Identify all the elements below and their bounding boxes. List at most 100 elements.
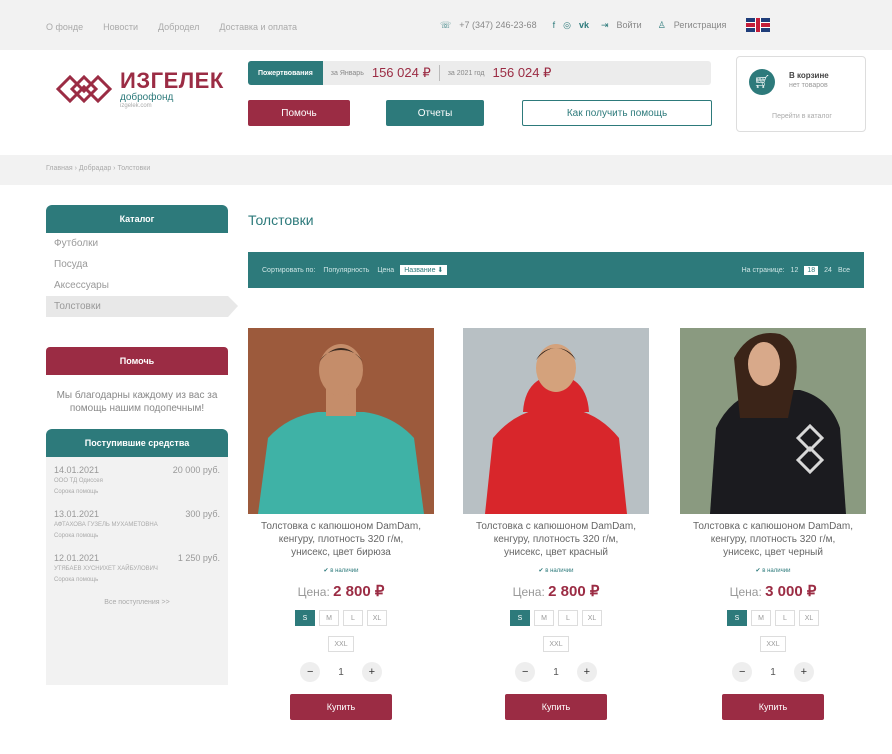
instagram-icon[interactable]: ◎ (563, 20, 571, 31)
donations-year-label: за 2021 год (447, 69, 485, 77)
increase-button[interactable]: + (793, 662, 814, 682)
size-option[interactable]: XL (582, 610, 602, 626)
top-nav-news[interactable]: Новости (103, 22, 138, 32)
fund-date: 13.01.2021 (54, 509, 100, 519)
size-option[interactable]: L (558, 610, 578, 626)
product-name[interactable]: Толстовка с капюшоном DamDam, кенгуру, п… (463, 520, 649, 559)
category-dishes[interactable]: Посуда (46, 254, 228, 275)
size-option[interactable]: L (775, 610, 795, 626)
product-photo[interactable] (248, 328, 434, 514)
logo-subtitle: доброфонд (120, 91, 174, 103)
increase-button[interactable]: + (576, 662, 597, 682)
size-option-selected[interactable]: S (727, 610, 747, 626)
size-option[interactable]: XXL (328, 636, 354, 652)
logo[interactable]: ИЗГЕЛЕК доброфонд izgelek.com (54, 68, 224, 110)
fund-donor: УТЯБАЕВ ХУСНИХЕТ ХАЙБУЛОВИЧ (54, 566, 158, 572)
product-card: Толстовка с капюшоном DamDam, кенгуру, п… (680, 328, 866, 720)
model-image (680, 328, 866, 514)
size-option[interactable]: XL (799, 610, 819, 626)
decrease-button[interactable]: − (732, 662, 753, 682)
category-hoodies[interactable]: Толстовки (46, 296, 238, 317)
size-option[interactable]: XL (367, 610, 387, 626)
register-link[interactable]: Регистрация (674, 20, 727, 30)
decrease-button[interactable]: − (300, 662, 321, 682)
vk-icon[interactable]: vk (579, 20, 589, 30)
donations-month-label: за Январь (330, 69, 364, 77)
quantity-stepper: − 1 + (463, 662, 649, 682)
how-to-get-help-button[interactable]: Как получить помощь (522, 100, 712, 126)
donations-month-amount: 156 024 ₽ (371, 65, 431, 80)
quantity-stepper: − 1 + (680, 662, 866, 682)
sort-name[interactable]: Название ⬇ (400, 265, 448, 275)
per-page: На странице: 12 18 24 Все (742, 265, 850, 275)
go-to-catalog-link[interactable]: Перейти в каталог (737, 113, 867, 120)
size-option-selected[interactable]: S (510, 610, 530, 626)
increase-button[interactable]: + (361, 662, 382, 682)
login-link[interactable]: Войти (617, 20, 642, 30)
sort-label: Сортировать по: (262, 266, 316, 274)
quantity-value[interactable]: 1 (770, 667, 776, 678)
category-tshirts[interactable]: Футболки (46, 233, 228, 254)
help-title: Помочь (46, 347, 228, 375)
fund-donor: АФТАХОВА ГУЗЕЛЬ МУХАМЕТОВНА (54, 522, 158, 528)
fund-entry: 14.01.2021 20 000 руб. ООО ТД Одиссея Сор… (54, 465, 220, 497)
product-photo[interactable] (463, 328, 649, 514)
fund-amount: 20 000 руб. (172, 465, 220, 475)
sort-price[interactable]: Цена (377, 267, 394, 274)
top-nav-delivery[interactable]: Доставка и оплата (219, 22, 297, 32)
sort-popularity[interactable]: Популярность (323, 267, 369, 274)
buy-button[interactable]: Купить (722, 694, 824, 720)
size-selector: S M L XL XXL (286, 610, 396, 652)
fund-donor: ООО ТД Одиссея (54, 478, 103, 484)
size-option-selected[interactable]: S (295, 610, 315, 626)
phone-icon: ☏ (440, 19, 452, 30)
facebook-icon[interactable]: f (553, 20, 556, 30)
price-label: Цена: (297, 585, 330, 599)
top-nav-about[interactable]: О фонде (46, 22, 83, 32)
model-image (248, 328, 434, 514)
quantity-value[interactable]: 1 (338, 667, 344, 678)
decrease-button[interactable]: − (515, 662, 536, 682)
donations-divider (438, 65, 440, 81)
per-page-option-selected[interactable]: 18 (804, 265, 819, 275)
size-option[interactable]: XXL (543, 636, 569, 652)
price-value: 2 800 ₽ (333, 583, 385, 600)
all-funds-link[interactable]: Все поступления >> (54, 599, 220, 606)
product-price: Цена: 2 800 ₽ (463, 582, 649, 600)
size-option[interactable]: M (534, 610, 554, 626)
product-name[interactable]: Толстовка с капюшоном DamDam, кенгуру, п… (680, 520, 866, 559)
size-option[interactable]: M (319, 610, 339, 626)
category-list: Футболки Посуда Аксессуары Толстовки (46, 233, 238, 317)
product-photo[interactable] (680, 328, 866, 514)
product-name[interactable]: Толстовка с капюшоном DamDam, кенгуру, п… (248, 520, 434, 559)
size-option[interactable]: XXL (760, 636, 786, 652)
reports-button[interactable]: Отчеты (386, 100, 484, 126)
sort-bar: Сортировать по: Популярность Цена Назван… (248, 252, 864, 288)
size-option[interactable]: M (751, 610, 771, 626)
quantity-value[interactable]: 1 (553, 667, 559, 678)
price-label: Цена: (512, 585, 545, 599)
top-nav: О фонде Новости Добродел Доставка и опла… (46, 22, 297, 32)
per-page-option[interactable]: Все (838, 267, 850, 274)
uk-flag-icon[interactable] (746, 18, 771, 32)
logo-title: ИЗГЕЛЕК (120, 67, 224, 93)
size-option[interactable]: L (343, 610, 363, 626)
buy-button[interactable]: Купить (290, 694, 392, 720)
product-card: Толстовка с капюшоном DamDam, кенгуру, п… (248, 328, 434, 720)
product-card: Толстовка с капюшоном DamDam, кенгуру, п… (463, 328, 649, 720)
cart-icon: 🛒︎ (749, 69, 775, 95)
sidebar: Каталог Футболки Посуда Аксессуары Толст… (46, 205, 238, 685)
phone-number[interactable]: +7 (347) 246-23-68 (459, 20, 536, 30)
price-value: 2 800 ₽ (548, 583, 600, 600)
fund-note: Сорока помощь (54, 533, 99, 539)
cart-widget[interactable]: 🛒︎ В корзине нет товаров Перейти в катал… (736, 56, 866, 132)
per-page-option[interactable]: 24 (824, 267, 832, 274)
buy-button[interactable]: Купить (505, 694, 607, 720)
category-accessories[interactable]: Аксессуары (46, 275, 228, 296)
per-page-option[interactable]: 12 (791, 267, 799, 274)
donations-bar: Пожертвования за Январь 156 024 ₽ за 202… (248, 61, 711, 85)
help-button[interactable]: Помочь (248, 100, 350, 126)
breadcrumb[interactable]: Главная › Добрадар › Толстовки (46, 165, 150, 172)
top-nav-dobrodel[interactable]: Добродел (158, 22, 199, 32)
fund-date: 14.01.2021 (54, 465, 100, 475)
